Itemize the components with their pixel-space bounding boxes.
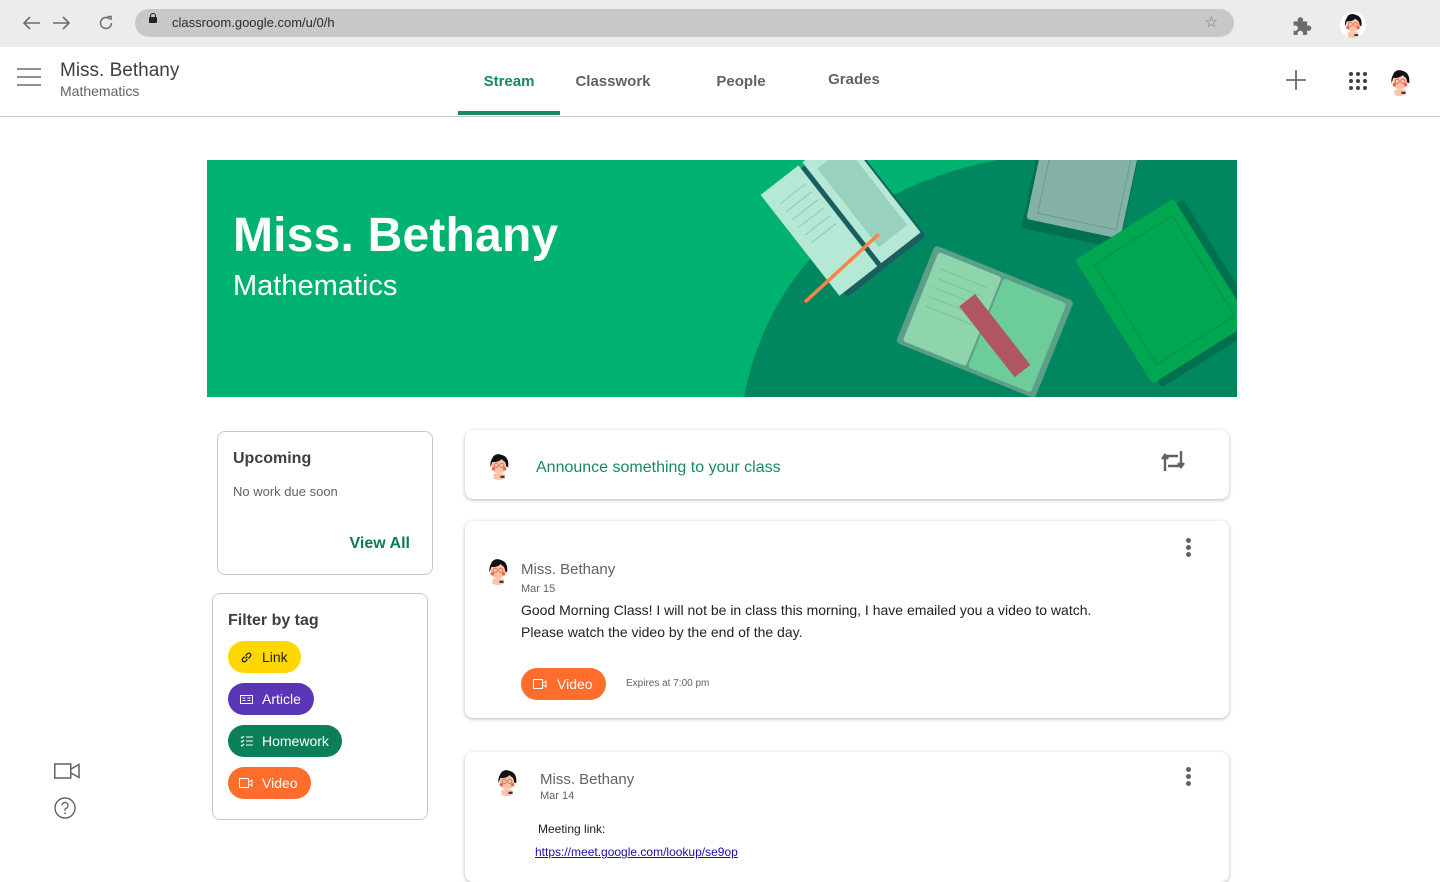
course-subtitle: Mathematics	[60, 83, 140, 99]
tag-chip-link[interactable]: Link	[228, 641, 301, 673]
video-tag-label: Video	[557, 676, 593, 692]
tab-grades[interactable]: Grades	[816, 45, 892, 113]
video-call-icon[interactable]	[54, 763, 80, 779]
user-avatar	[485, 452, 513, 480]
tag-label: Video	[262, 775, 298, 791]
post-menu-button[interactable]	[1186, 767, 1191, 788]
tag-chip-video[interactable]: Video	[228, 767, 311, 799]
article-icon	[239, 692, 253, 706]
tag-label: Homework	[262, 733, 329, 749]
checklist-icon	[239, 734, 253, 748]
help-icon[interactable]	[54, 797, 76, 819]
expires-text: Expires at 7:00 pm	[626, 678, 710, 689]
tab-classwork[interactable]: Classwork	[560, 47, 666, 115]
tag-label: Article	[262, 691, 301, 707]
tab-people[interactable]: People	[666, 47, 816, 115]
google-apps-button[interactable]	[1349, 72, 1367, 90]
course-tabs: Stream Classwork People Grades	[458, 47, 892, 115]
author-avatar	[484, 557, 512, 585]
app-header: Miss. Bethany Mathematics Stream Classwo…	[0, 47, 1440, 117]
upcoming-heading: Upcoming	[233, 450, 312, 467]
link-icon	[239, 650, 253, 664]
class-banner: Miss. Bethany Mathematics	[207, 160, 1237, 397]
forward-button[interactable]	[49, 11, 73, 35]
arrow-left-icon	[23, 16, 40, 30]
lock-icon	[149, 13, 157, 23]
browser-profile-avatar[interactable]	[1340, 12, 1366, 38]
video-tag-button[interactable]: Video	[521, 668, 606, 700]
address-bar[interactable]: classroom.google.com/u/0/h ☆	[135, 9, 1234, 37]
filter-heading: Filter by tag	[228, 612, 319, 629]
post-body-line: Good Morning Class! I will not be in cla…	[521, 602, 1092, 618]
post-body: Good Morning Class! I will not be in cla…	[521, 599, 1091, 643]
banner-subtitle: Mathematics	[233, 270, 398, 302]
announce-placeholder[interactable]: Announce something to your class	[536, 459, 781, 477]
upcoming-message: No work due soon	[233, 484, 338, 499]
extensions-puzzle-icon[interactable]	[1290, 16, 1312, 38]
reload-icon	[99, 15, 113, 30]
post-body: Meeting link:	[538, 822, 606, 836]
stream-post: Miss. Bethany Mar 15 Good Morning Class!…	[465, 521, 1229, 718]
arrow-right-icon	[53, 16, 70, 30]
bookmark-star-icon[interactable]: ☆	[1205, 13, 1218, 31]
course-heading: Miss. Bethany Mathematics	[60, 60, 179, 99]
filter-by-tag-card: Filter by tag Link Article Homework Vide…	[212, 593, 428, 820]
reload-button[interactable]	[94, 11, 118, 35]
plus-icon	[1286, 70, 1306, 90]
post-author: Miss. Bethany	[521, 561, 616, 578]
account-avatar[interactable]	[1386, 68, 1414, 96]
post-menu-button[interactable]	[1186, 538, 1191, 559]
tab-stream[interactable]: Stream	[458, 47, 560, 115]
tag-label: Link	[262, 649, 288, 665]
post-date: Mar 14	[540, 790, 575, 802]
back-button[interactable]	[20, 11, 44, 35]
video-icon	[533, 679, 547, 689]
post-date: Mar 15	[521, 583, 556, 595]
view-all-link[interactable]: View All	[350, 535, 410, 553]
announce-box[interactable]: Announce something to your class	[465, 430, 1229, 499]
tag-chip-article[interactable]: Article	[228, 683, 314, 715]
upcoming-card: Upcoming No work due soon View All	[217, 431, 433, 575]
banner-title: Miss. Bethany	[233, 209, 559, 262]
post-body-line: Please watch the video by the end of the…	[521, 624, 803, 640]
browser-toolbar: classroom.google.com/u/0/h ☆	[0, 0, 1440, 47]
stream-post: Miss. Bethany Mar 14 Meeting link: https…	[465, 752, 1229, 882]
video-icon	[239, 776, 253, 790]
post-author: Miss. Bethany	[540, 771, 635, 788]
add-class-button[interactable]	[1285, 69, 1307, 94]
author-avatar	[493, 768, 521, 796]
main-menu-button[interactable]	[17, 68, 41, 86]
url-text: classroom.google.com/u/0/h	[172, 15, 335, 30]
reuse-post-icon[interactable]	[1158, 449, 1188, 473]
course-title: Miss. Bethany	[60, 60, 180, 81]
tag-chip-homework[interactable]: Homework	[228, 725, 342, 757]
